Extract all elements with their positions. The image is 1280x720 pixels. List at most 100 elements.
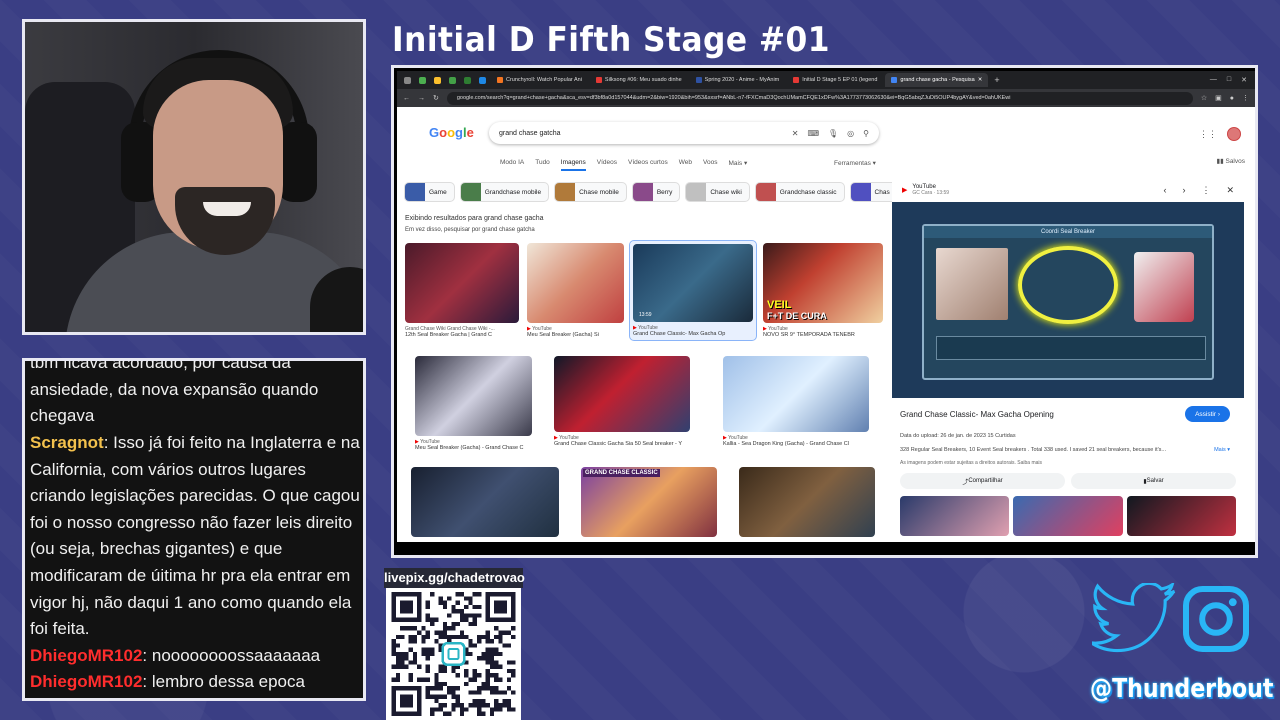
tab-imagens[interactable]: Imagens [560,159,586,171]
image-result[interactable]: VEIL F+T DE CURA ▶ YouTube NOVO SR 9° TE… [763,243,883,338]
youtube-icon: ▶ [902,187,908,194]
extensions-icon[interactable]: ▣ [1215,94,1222,102]
pinned-tab-icon[interactable] [479,76,486,84]
tab-modo-ia[interactable]: Modo IA [500,159,524,171]
more-button[interactable]: Mais ▾ [1214,447,1230,453]
reload-icon[interactable]: ↻ [433,94,439,102]
pinned-tab-icon[interactable] [419,76,426,84]
search-box[interactable]: grand chase gatcha ✕ ⌨ 🎙 ◎ ⚲ [489,122,879,144]
chat-message: DhiegoMR102: noooooooossaaaaaaa [30,643,363,670]
next-icon[interactable]: › [1182,185,1185,196]
tab-silksong[interactable]: Silksong #06: Meu suado dinhe [590,73,688,87]
image-caption: Grand Chase Classic- Max Gacha Op [633,331,726,337]
bookmark-star-icon[interactable]: ☆ [1201,94,1207,102]
image-caption: 12th Seal Breaker Gacha | Grand C [405,332,493,338]
panel-meta: Data do upload: 26 de jan. de 2023 15 Cu… [900,433,1016,439]
back-icon[interactable]: ← [403,95,410,102]
tab-google-search[interactable]: grand chase gacha - Pesquisa ✕ [885,73,989,87]
image-result[interactable]: GRAND CHASE CLASSIC [581,467,717,537]
instagram-icon [1183,586,1249,652]
chat-panel: tbm ficava acordado, por causa da ansieda… [22,358,366,701]
sheets-icon[interactable] [464,76,471,84]
tab-videos-curtos[interactable]: Vídeos curtos [628,159,668,171]
tab-web[interactable]: Web [679,159,692,171]
tab-tudo[interactable]: Tudo [535,159,550,171]
mic-icon[interactable]: 🎙 [828,129,838,138]
search-input[interactable]: grand chase gatcha [499,130,561,137]
prev-icon[interactable]: ‹ [1163,185,1166,196]
share-button[interactable]: ⤴ Compartilhar [900,473,1065,489]
lens-icon[interactable]: ◎ [847,129,854,138]
image-preview-panel: ▶ YouTube GC Cara · 13:59 ‹ › ⋮ ✕ Coordi… [892,178,1244,542]
search-instead-link[interactable]: Em vez disso, pesquisar por grand chase … [405,227,535,233]
url-field[interactable]: google.com/search?q=grand+chase+gacha&sc… [446,91,1193,105]
keyboard-icon[interactable]: ⌨ [807,129,819,138]
chat-message: chegava [30,403,363,430]
stream-title: Initial D Fifth Stage #01 [392,20,831,60]
image-result[interactable]: Grand Chase Wiki Grand Chase Wiki -... 1… [405,243,519,338]
chat-text: (ou seja, brechas gigantes) e que [30,539,283,559]
avatar[interactable] [1227,127,1241,141]
panel-title[interactable]: Grand Chase Classic- Max Gacha Opening [900,410,1054,419]
close-window-icon[interactable]: ✕ [1241,76,1247,84]
chip-game[interactable]: Game [404,182,455,202]
image-result[interactable]: ▶ YouTube Meu Seal Breaker (Gacha) - Gra… [415,356,532,451]
image-result[interactable] [411,467,559,537]
chat-message: California, com vários outros lugares [30,457,363,484]
chat-text: ansiedade, da nova expansão quando [30,379,319,399]
tab-mais[interactable]: Mais ▾ [728,159,747,171]
clear-icon[interactable]: ✕ [792,129,799,138]
new-tab-icon[interactable]: + [994,75,999,85]
tab-bar: Crunchyroll: Watch Popular Ani Silksong … [397,71,1255,89]
watch-button[interactable]: Assistir › [1185,406,1230,422]
livepix-qr-code [386,588,521,720]
preview-image[interactable]: Coordi Seal Breaker [892,202,1244,398]
sheets-icon[interactable] [449,76,456,84]
related-image[interactable] [900,496,1010,536]
tools-button[interactable]: Ferramentas ▾ [834,159,876,167]
tab-voos[interactable]: Voos [703,159,717,171]
google-logo[interactable]: Google [429,125,474,140]
close-tab-icon[interactable]: ✕ [978,77,983,83]
tab-initial-d[interactable]: Initial D Stage 5 EP 01 (legend [787,73,883,87]
search-icon[interactable]: ⚲ [863,129,869,138]
chat-text: foi feita. [30,619,90,639]
related-image[interactable] [1126,496,1236,536]
profile-icon[interactable]: ● [1230,95,1234,102]
maximize-icon[interactable]: □ [1227,76,1231,84]
tab-myanimelist[interactable]: Spring 2020 - Anime - MyAnim [690,73,786,87]
saved-button[interactable]: ▮▮ Salvos [1217,157,1245,165]
image-result[interactable]: ▶ YouTube Grand Chase Classic Gacha Sia … [554,356,690,447]
related-image[interactable] [1013,496,1123,536]
menu-icon[interactable]: ⋮ [1242,94,1249,102]
google-header: Google grand chase gatcha ✕ ⌨ 🎙 ◎ ⚲ ⋮⋮ [397,107,1255,159]
chat-message: DhiegoMR102: lembro dessa epoca [30,669,363,696]
chat-message: vigor hj, não daqui 1 ano como quando el… [30,590,363,617]
livepix-label: livepix.gg/chadetrovao [384,568,525,588]
chip-chase-wiki[interactable]: Chase wiki [685,182,750,202]
apps-grid-icon[interactable]: ⋮⋮ [1199,129,1217,140]
chip-berry[interactable]: Berry [631,182,681,202]
browser-window: Crunchyroll: Watch Popular Ani Silksong … [397,71,1255,542]
chat-username: DhiegoMR102 [30,672,143,692]
tab-group-icon[interactable] [404,76,411,84]
minimize-icon[interactable]: — [1210,76,1217,84]
image-result[interactable] [739,467,875,537]
image-result[interactable]: ▶ YouTube Meu Seal Breaker (Gacha) Si [527,243,624,338]
pinned-tab-icon[interactable] [434,76,441,84]
save-button[interactable]: ▮ Salvar [1071,473,1236,489]
video-duration: 13:59 [639,312,652,318]
chip-grandchase-classic[interactable]: Grandchase classic [754,182,845,202]
tab-crunchyroll[interactable]: Crunchyroll: Watch Popular Ani [491,73,588,87]
more-options-icon[interactable]: ⋮ [1201,185,1210,196]
chip-grandchase-mobile[interactable]: Grandchase mobile [459,182,550,202]
image-result[interactable]: ▶ YouTube Kallia - Sea Dragon King (Gach… [723,356,869,447]
chip-chase-truncated[interactable]: Chas [849,182,898,202]
close-panel-icon[interactable]: ✕ [1226,185,1234,196]
tab-videos[interactable]: Vídeos [597,159,617,171]
chip-chase-mobile[interactable]: Chase mobile [554,182,627,202]
search-tabs: Modo IA Tudo Imagens Vídeos Vídeos curto… [500,159,747,171]
image-result-selected[interactable]: 13:59 ▶ YouTube Grand Chase Classic- Max… [629,240,757,341]
chat-text: : noooooooossaaaaaaa [142,645,321,665]
forward-icon[interactable]: → [418,95,425,102]
